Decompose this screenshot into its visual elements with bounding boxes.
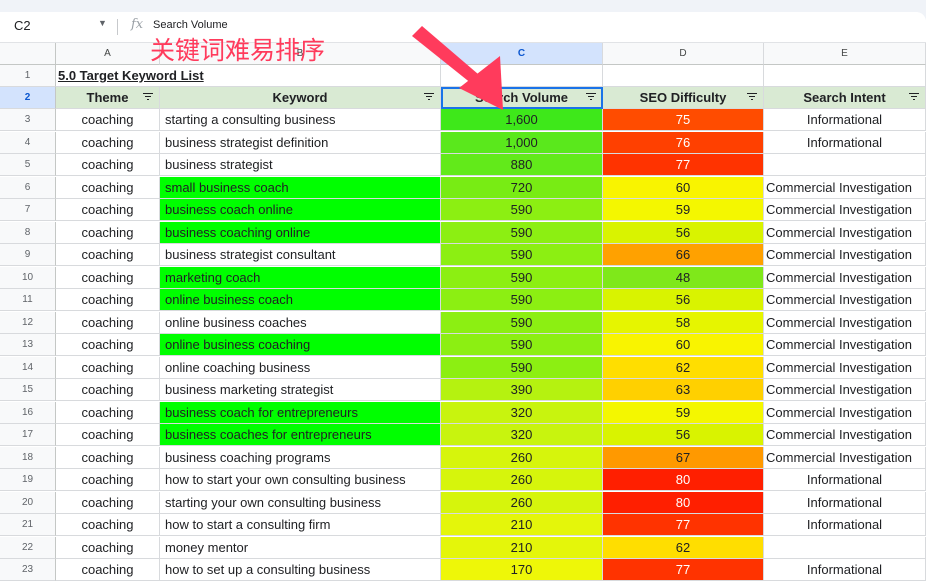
spreadsheet-window: C2 ▼ fx Search Volume A B C D E 1 5.0 Ta… [0,12,926,582]
annotation-arrow [412,26,503,110]
annotation-label: 关键词难易排序 [150,36,326,65]
